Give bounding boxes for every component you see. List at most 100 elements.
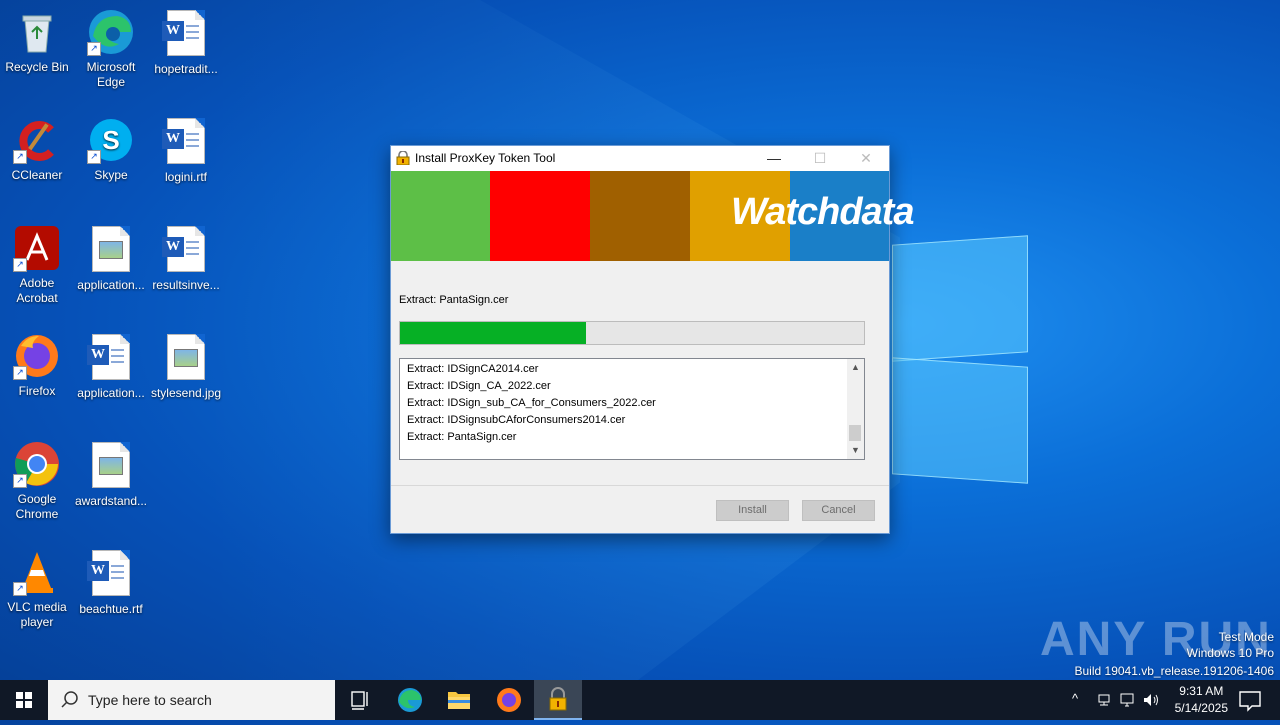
log-line: Extract: IDSignsubCAforConsumers2014.cer — [407, 414, 626, 426]
desktop-icon-label: application... — [77, 386, 145, 400]
clock-time: 9:31 AM — [1179, 684, 1224, 698]
desktop-icon-label: resultsinve... — [152, 278, 220, 292]
chevron-up-icon[interactable]: ^ — [1072, 691, 1078, 706]
desktop-icon-label: Firefox — [18, 384, 56, 398]
log-line: Extract: IDSign_CA_2022.cer — [407, 380, 551, 392]
log-line: Extract: PantaSign.cer — [407, 431, 517, 443]
desktop-icon-label: Adobe Acrobat — [16, 276, 58, 305]
vlc-icon: ↗ — [13, 548, 61, 596]
chrome-icon: ↗ — [13, 440, 61, 488]
banner-band — [391, 171, 490, 261]
word-document-icon: W — [162, 226, 210, 274]
os-edition-label: Windows 10 Pro — [1186, 646, 1274, 660]
desktop-icon-label: Skype — [94, 168, 128, 182]
taskbar-clock[interactable]: 9:31 AM 5/14/2025 — [1175, 683, 1228, 717]
build-label: Build 19041.vb_release.191206-1406 — [1074, 664, 1275, 678]
install-button[interactable]: Install — [716, 500, 789, 521]
desktop-icon-adobe-acrobat[interactable]: ↗ Adobe Acrobat — [0, 224, 75, 306]
desktop-icon-stylesend[interactable]: stylesend.jpg — [148, 332, 224, 401]
search-placeholder: Type here to search — [88, 692, 212, 708]
word-document-icon: W — [87, 550, 135, 598]
desktop-icon-ccleaner[interactable]: ↗ CCleaner — [0, 116, 75, 183]
image-file-icon — [87, 442, 135, 490]
watchdata-banner: Watchdata — [391, 171, 914, 261]
log-scrollbar[interactable]: ▲ ▼ — [847, 359, 864, 459]
network-icon[interactable] — [1119, 692, 1135, 708]
edge-icon: ↗ — [87, 8, 135, 56]
cancel-button[interactable]: Cancel — [802, 500, 875, 521]
volume-icon[interactable] — [1142, 692, 1160, 708]
desktop-icon-label: Google Chrome — [15, 492, 59, 521]
shortcut-arrow-icon: ↗ — [13, 474, 27, 488]
system-tray: ^ — [1066, 680, 1166, 720]
progress-bar — [399, 321, 865, 345]
banner-band — [490, 171, 590, 261]
log-line: Extract: IDSignCA2014.cer — [407, 363, 539, 375]
log-line: Extract: IDSign_sub_CA_for_Consumers_202… — [407, 397, 656, 409]
installer-taskbar-icon[interactable] — [534, 680, 582, 720]
desktop-icon-resultsinve[interactable]: W resultsinve... — [148, 224, 224, 293]
dialog-title: Install ProxKey Token Tool — [415, 151, 556, 165]
image-file-icon — [162, 334, 210, 382]
desktop-icon-label: VLC media player — [7, 600, 67, 629]
search-icon — [61, 691, 78, 708]
installer-dialog: Install ProxKey Token Tool — ☐ ✕ Watchda… — [390, 145, 914, 534]
close-button[interactable]: ✕ — [843, 146, 889, 171]
desktop-icon-label: application... — [77, 278, 145, 292]
edge-taskbar-icon[interactable] — [386, 680, 434, 720]
installer-lock-icon — [396, 150, 410, 166]
taskbar-search-box[interactable]: Type here to search — [48, 680, 335, 720]
file-explorer-icon[interactable] — [435, 680, 483, 720]
desktop-icon-label: logini.rtf — [164, 170, 208, 184]
desktop-icon-firefox[interactable]: ↗ Firefox — [0, 332, 75, 399]
ccleaner-icon: ↗ — [13, 116, 61, 164]
desktop-icon-label: Recycle Bin — [5, 60, 69, 74]
desktop-icon-google-chrome[interactable]: ↗ Google Chrome — [0, 440, 75, 522]
desktop-icon-hopetradit[interactable]: W hopetradit... — [148, 8, 224, 77]
acrobat-icon: ↗ — [13, 224, 61, 272]
network-status-icon[interactable] — [1096, 692, 1112, 708]
desktop-icon-label: beachtue.rtf — [79, 602, 143, 616]
desktop-icon-logini[interactable]: W logini.rtf — [148, 116, 224, 185]
firefox-taskbar-icon[interactable] — [485, 680, 533, 720]
test-mode-label: Test Mode — [1218, 630, 1274, 644]
word-document-icon: W — [162, 10, 210, 58]
banner-band — [590, 171, 690, 261]
desktop-icon-vlc-media-player[interactable]: ↗ VLC media player — [0, 548, 75, 630]
windows-start-icon — [16, 692, 32, 708]
desktop-icon-label: stylesend.jpg — [150, 386, 222, 400]
desktop-icon-skype[interactable]: S ↗ Skype — [73, 116, 149, 183]
desktop-icon-recycle-bin[interactable]: Recycle Bin — [0, 8, 75, 75]
extract-log[interactable]: Extract: IDSignCA2014.cer Extract: IDSig… — [399, 358, 865, 460]
desktop-icon-application-image[interactable]: application... — [73, 224, 149, 293]
desktop-icon-label: awardstand... — [74, 494, 148, 508]
scroll-thumb[interactable] — [849, 425, 861, 441]
notification-center-icon[interactable] — [1230, 680, 1270, 720]
desktop-icon-application-doc[interactable]: W application... — [73, 332, 149, 401]
dialog-separator — [391, 485, 889, 486]
start-button[interactable] — [0, 680, 48, 720]
word-document-icon: W — [87, 334, 135, 382]
shortcut-arrow-icon: ↗ — [13, 582, 27, 596]
word-document-icon: W — [162, 118, 210, 166]
wallpaper-windows-logo — [892, 235, 1032, 484]
desktop-icon-microsoft-edge[interactable]: ↗ Microsoft Edge — [73, 8, 149, 90]
scroll-up-icon[interactable]: ▲ — [847, 359, 864, 376]
scroll-down-icon[interactable]: ▼ — [847, 442, 864, 459]
progress-fill — [400, 322, 586, 344]
dialog-titlebar[interactable]: Install ProxKey Token Tool — ☐ ✕ — [391, 146, 889, 171]
desktop-icon-label: hopetradit... — [154, 62, 218, 76]
taskbar: Type here to search ^ 9:31 AM 5/14/2025 — [0, 680, 1280, 720]
task-view-icon[interactable] — [336, 680, 384, 720]
desktop-icon-awardstand[interactable]: awardstand... — [73, 440, 149, 509]
maximize-button[interactable]: ☐ — [797, 146, 843, 171]
minimize-button[interactable]: — — [751, 146, 797, 171]
desktop-icon-beachtue[interactable]: W beachtue.rtf — [73, 548, 149, 617]
shortcut-arrow-icon: ↗ — [87, 42, 101, 56]
watchdata-logo: Watchdata — [731, 191, 914, 233]
svg-text:S: S — [102, 125, 119, 155]
desktop-icon-label: Microsoft Edge — [86, 60, 136, 89]
shortcut-arrow-icon: ↗ — [13, 258, 27, 272]
image-file-icon — [87, 226, 135, 274]
shortcut-arrow-icon: ↗ — [13, 150, 27, 164]
